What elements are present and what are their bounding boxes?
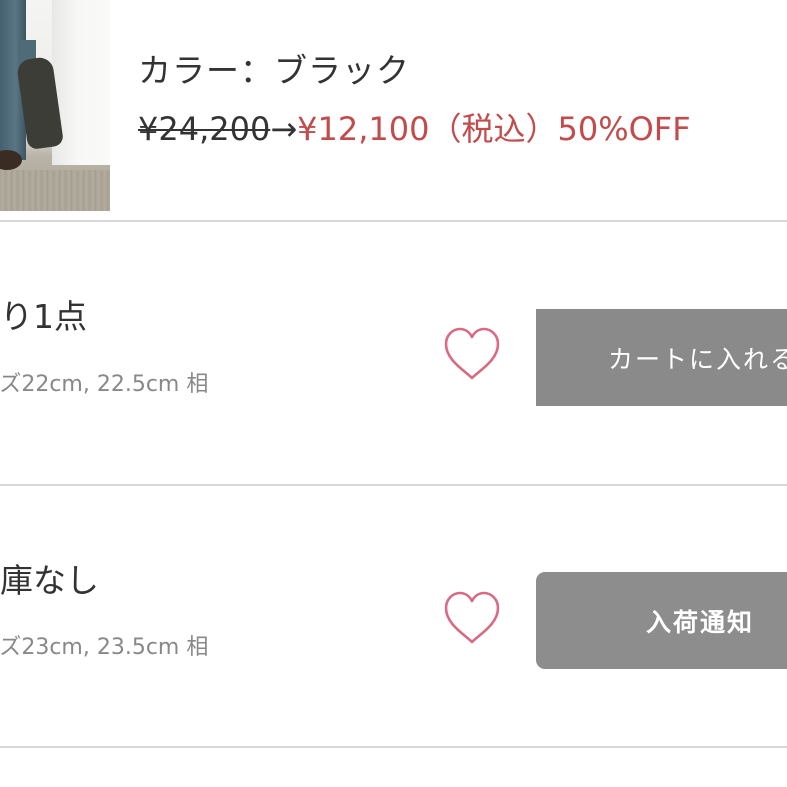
stock-status: 残り1点 (0, 297, 87, 336)
heart-outline-icon (444, 327, 500, 380)
price-arrow: → (270, 110, 298, 148)
heart-outline-icon (444, 591, 500, 644)
add-to-cart-button[interactable]: カートに入れる (536, 309, 787, 406)
size-info: サイズ22cm, 22.5cm 相 (0, 372, 209, 397)
restock-notify-button[interactable]: 入荷通知 (536, 572, 787, 669)
heart-icon[interactable] (442, 590, 502, 646)
heart-icon[interactable] (442, 326, 502, 382)
color-label: カラー：ブラック (138, 51, 410, 90)
sale-price: ¥12,100（税込）50%OFF (297, 110, 691, 148)
product-page: カラー：ブラック ¥24,200→¥12,100（税込）50%OFF 残り1点 … (0, 0, 787, 787)
stock-status: 在庫なし (0, 561, 99, 600)
product-image[interactable] (0, 0, 110, 211)
divider (0, 220, 787, 222)
size-info: サイズ23cm, 23.5cm 相 (0, 635, 209, 660)
original-price: ¥24,200 (138, 110, 271, 148)
divider (0, 746, 787, 748)
divider (0, 484, 787, 486)
thumb-floor (0, 170, 110, 211)
thumb-shoe-second (0, 150, 22, 170)
price-line: ¥24,200→¥12,100（税込）50%OFF (138, 104, 691, 150)
